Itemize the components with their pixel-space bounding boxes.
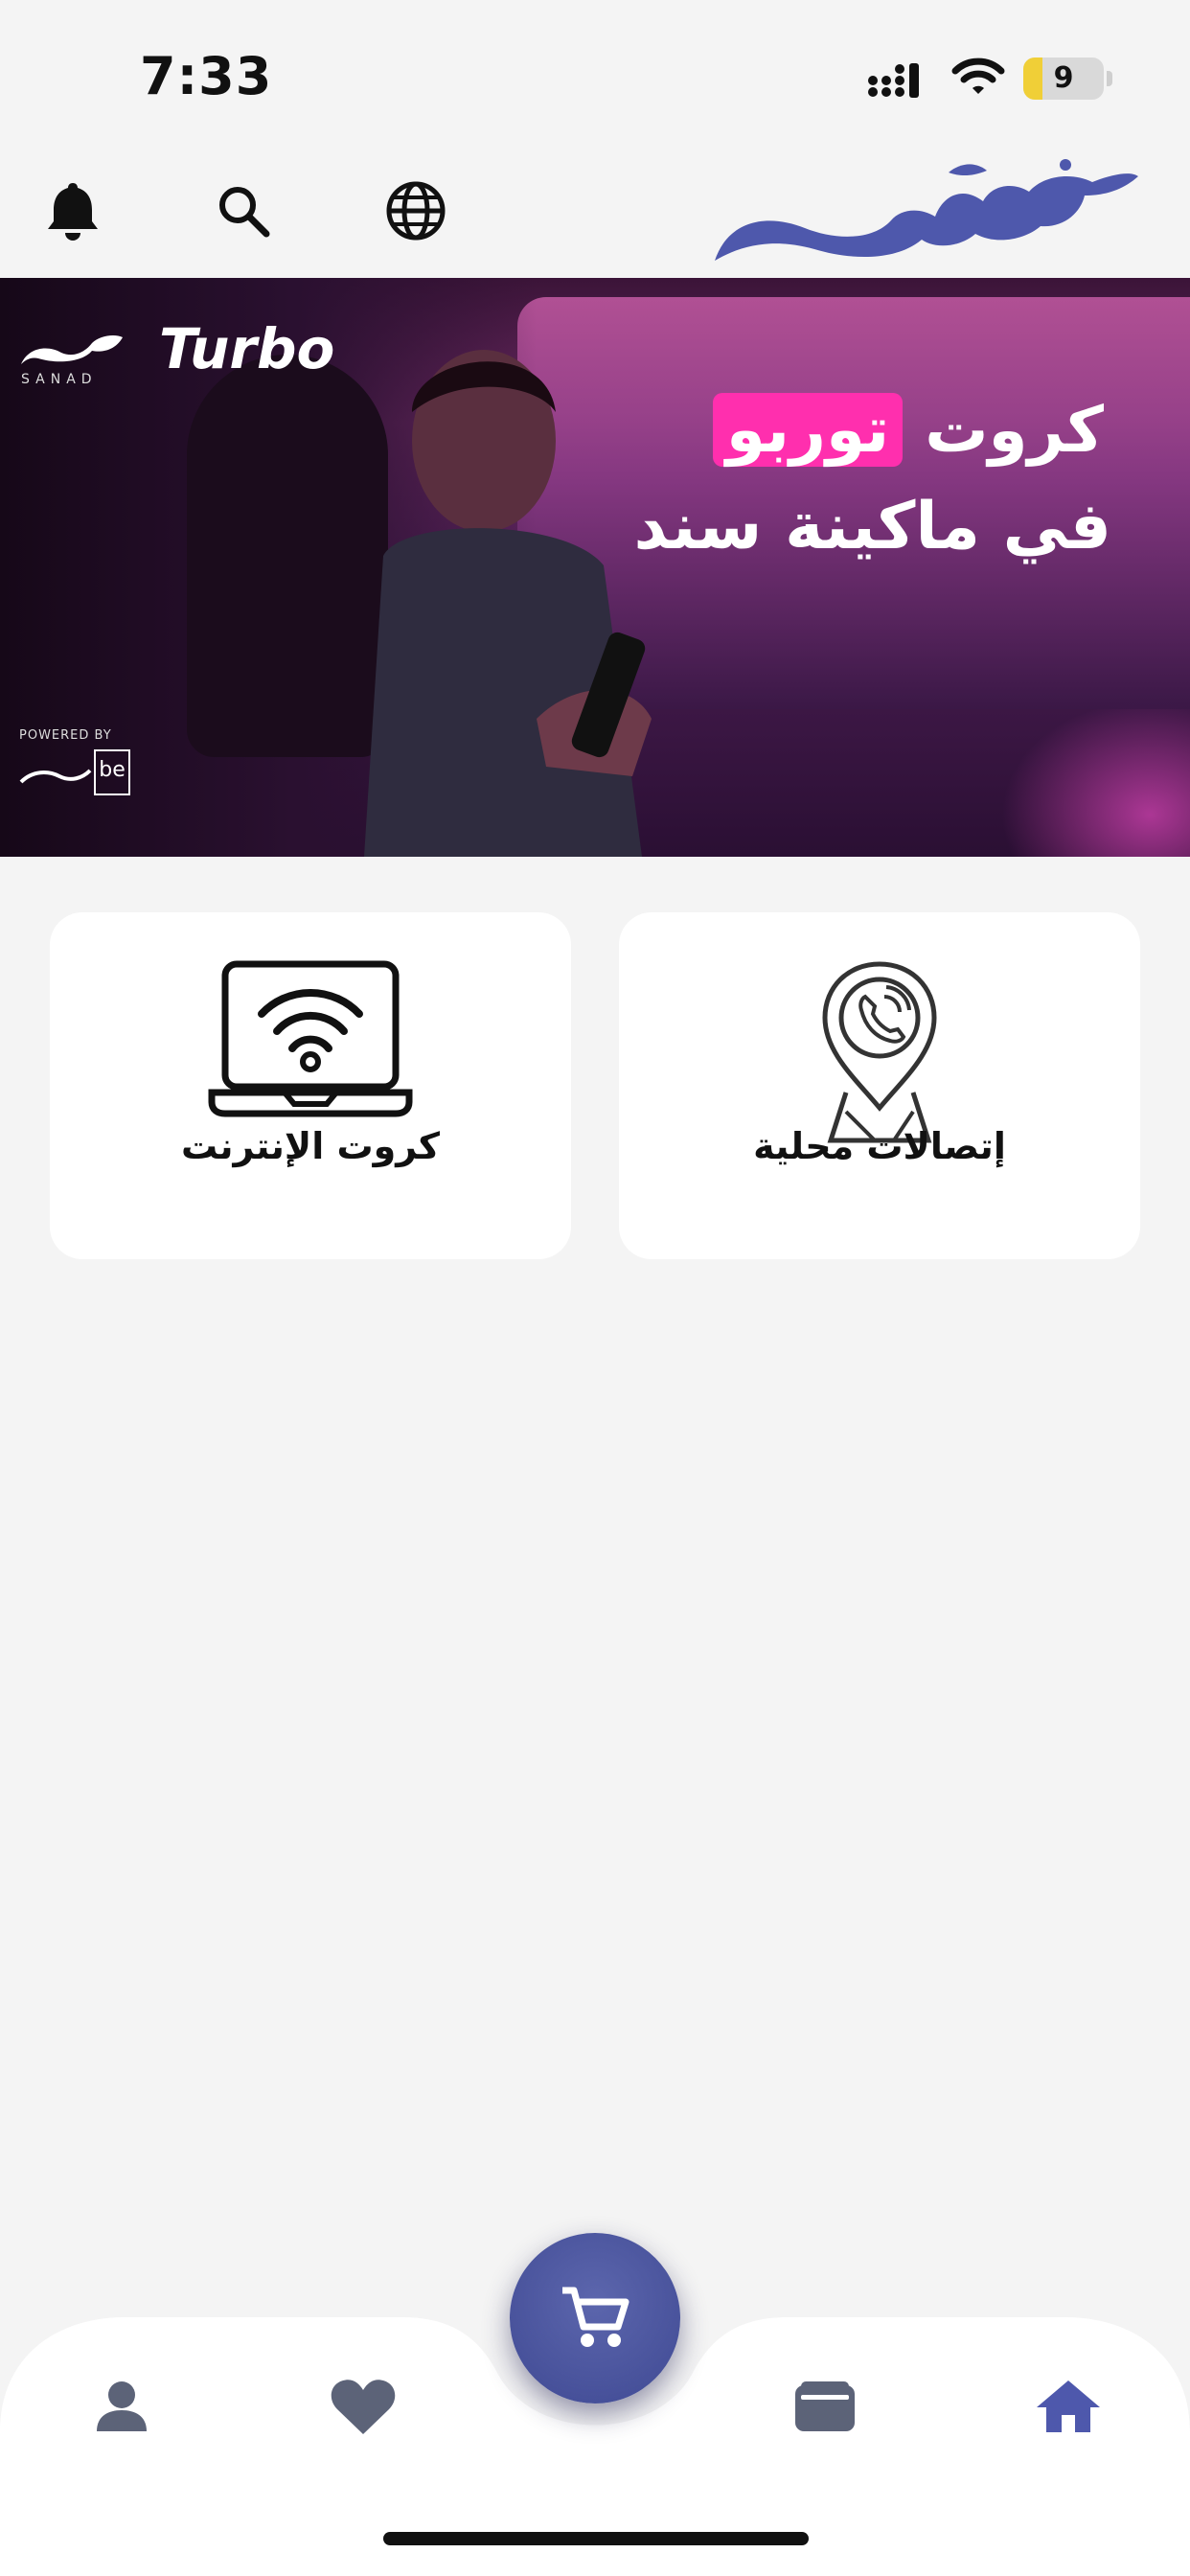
status-time: 7:33 (140, 46, 273, 106)
internet-cards-label: كروت الإنترنت (180, 1125, 440, 1167)
profile-icon[interactable] (79, 2363, 165, 2450)
home-icon[interactable] (1025, 2363, 1111, 2450)
sanad-logo (21, 335, 123, 364)
local-calls-label: إتصالات محلية (753, 1125, 1006, 1167)
local-calls-card[interactable]: إتصالات محلية (619, 912, 1140, 1259)
person-illustration (364, 350, 652, 857)
bell-icon[interactable] (36, 174, 109, 247)
battery-indicator: 9 (1023, 58, 1113, 100)
powered-by-label: POWERED BY (19, 728, 112, 743)
banner-subheadline: في ماكينة سند (633, 489, 1111, 564)
partner-logo: be (19, 749, 130, 797)
home-indicator[interactable] (383, 2532, 809, 2545)
turbo-logo: Turbo (159, 316, 335, 381)
search-icon[interactable] (207, 174, 280, 247)
internet-cards-card[interactable]: كروت الإنترنت (50, 912, 571, 1259)
battery-level: 9 (1053, 61, 1074, 95)
promo-banner[interactable]: كروت توربو في ماكينة سند Turbo SANAD POW… (0, 278, 1190, 857)
cellular-signal-icon (868, 63, 919, 98)
sanad-logo-caption: SANAD (21, 372, 98, 387)
wallet-icon[interactable] (782, 2363, 868, 2450)
wifi-icon (951, 58, 1005, 94)
cart-icon (562, 2287, 629, 2347)
cart-button[interactable] (510, 2233, 680, 2404)
banner-headline: كروت توربو (712, 393, 1104, 467)
heart-icon[interactable] (320, 2363, 406, 2450)
laptop-wifi-icon (208, 958, 413, 1125)
brand-logo (715, 159, 1138, 261)
globe-icon[interactable] (379, 174, 452, 247)
